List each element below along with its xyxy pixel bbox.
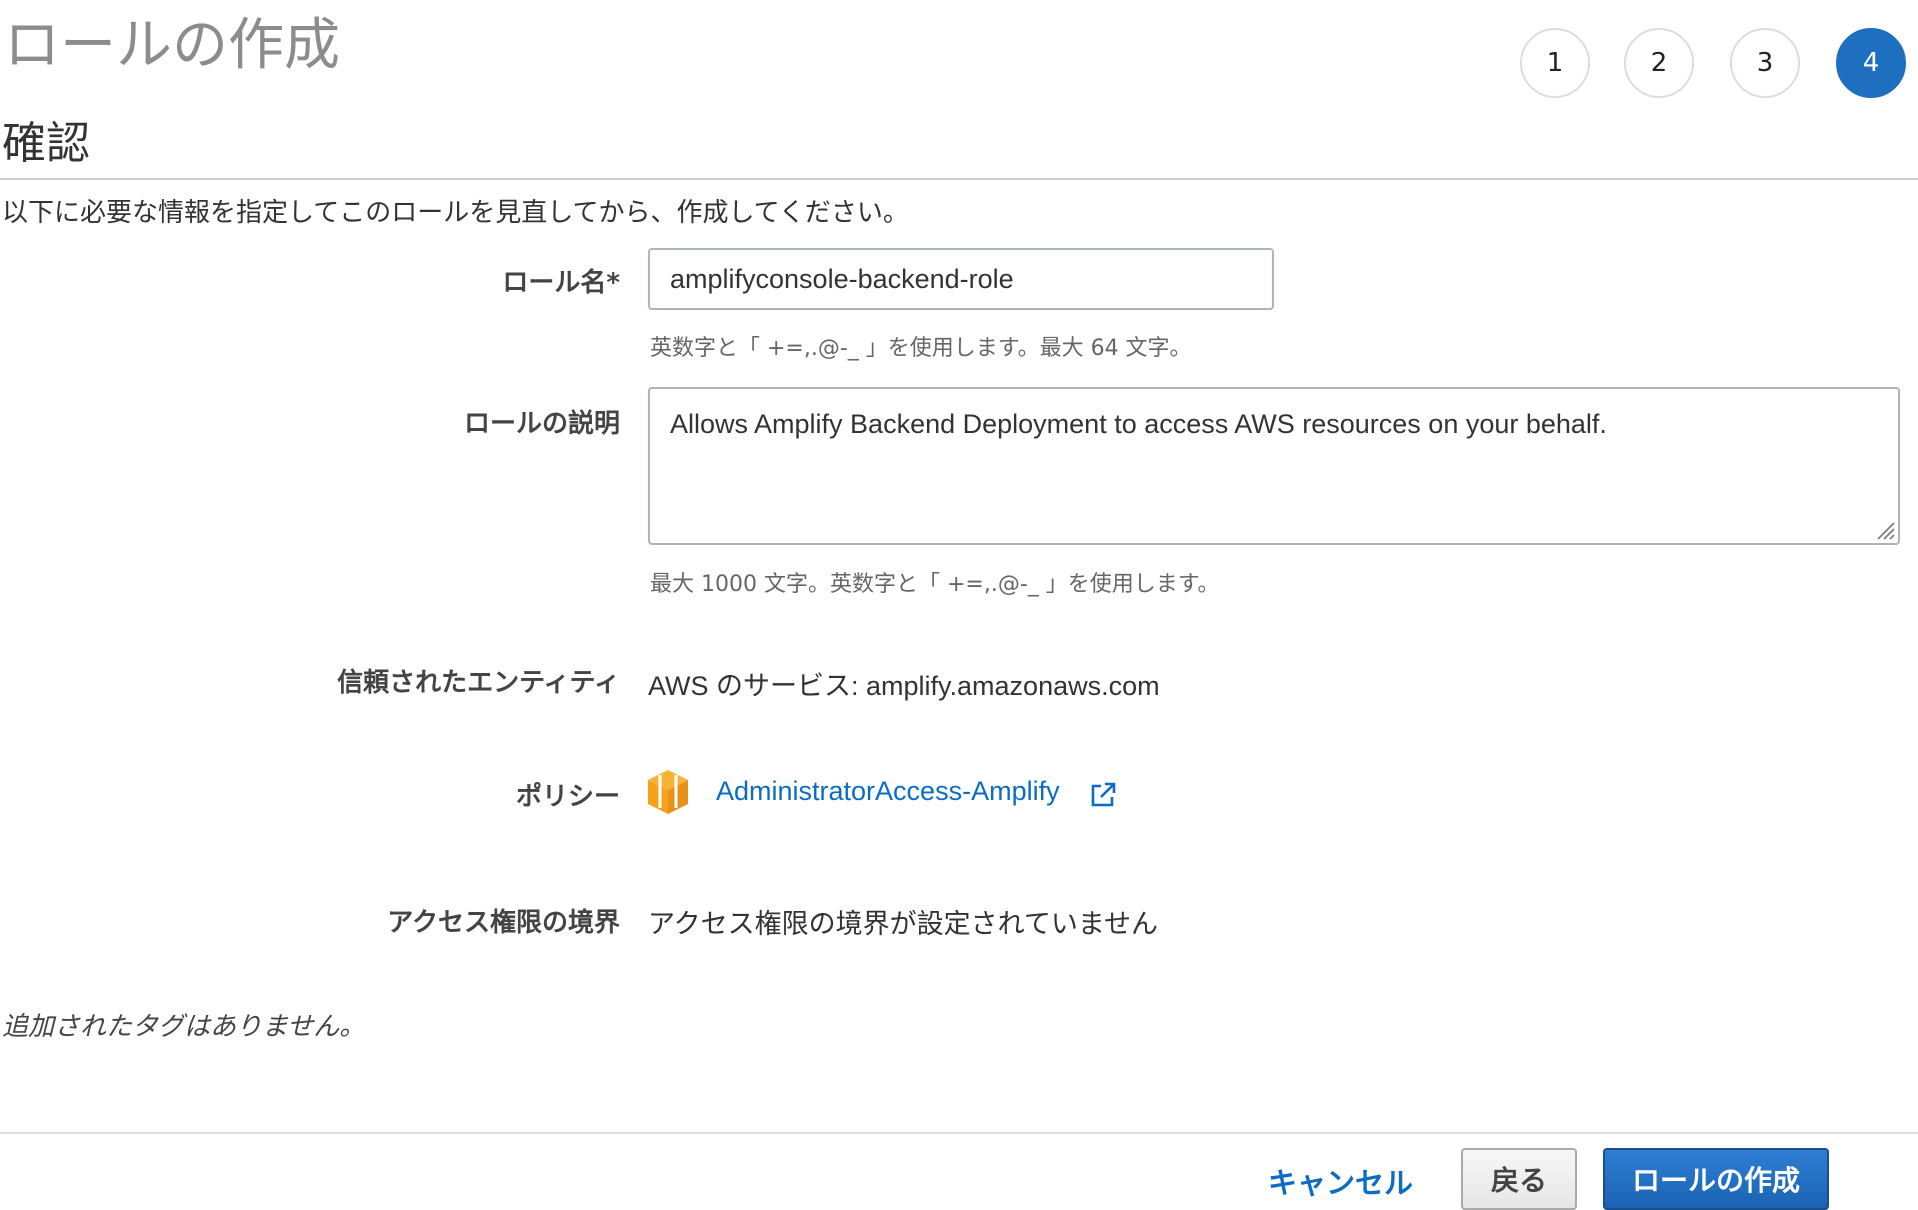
cancel-button[interactable]: キャンセル: [1268, 1160, 1413, 1202]
permissions-boundary-label: アクセス権限の境界: [387, 908, 620, 938]
section-title: 確認: [2, 118, 90, 169]
step-4-active: 4: [1836, 28, 1906, 98]
role-description-label: ロールの説明: [463, 409, 620, 439]
external-link-icon[interactable]: [1088, 780, 1118, 810]
no-tags-message: 追加されたタグはありません。: [2, 1012, 366, 1042]
wizard-steps: 1 2 3 4: [1520, 28, 1910, 98]
divider: [0, 178, 1918, 180]
permissions-boundary-value: アクセス権限の境界が設定されていません: [648, 909, 1159, 939]
policy-label: ポリシー: [515, 782, 620, 812]
create-role-button[interactable]: ロールの作成: [1603, 1148, 1829, 1210]
role-description-hint: 最大 1000 文字。英数字と「 +=,.@-_ 」を使用します。: [650, 572, 1220, 597]
role-name-input[interactable]: [648, 248, 1274, 310]
role-name-hint: 英数字と「 +=,.@-_ 」を使用します。最大 64 文字。: [650, 336, 1192, 361]
trusted-entity-value: AWS のサービス: amplify.amazonaws.com: [648, 671, 1160, 701]
back-button[interactable]: 戻る: [1461, 1148, 1577, 1210]
page-title: ロールの作成: [4, 13, 340, 78]
policy-link[interactable]: AdministratorAccess-Amplify: [716, 776, 1060, 807]
aws-managed-policy-box-icon: [648, 770, 688, 814]
role-description-textarea[interactable]: Allows Amplify Backend Deployment to acc…: [648, 387, 1900, 545]
role-name-label: ロール名*: [502, 268, 620, 298]
step-1[interactable]: 1: [1520, 28, 1590, 98]
step-3[interactable]: 3: [1730, 28, 1800, 98]
step-2[interactable]: 2: [1624, 28, 1694, 98]
resize-handle-icon[interactable]: [1872, 517, 1896, 541]
trusted-entity-label: 信頼されたエンティティ: [337, 668, 620, 698]
instructions-text: 以下に必要な情報を指定してこのロールを見直してから、作成してください。: [2, 198, 909, 228]
footer-divider: [0, 1132, 1918, 1134]
